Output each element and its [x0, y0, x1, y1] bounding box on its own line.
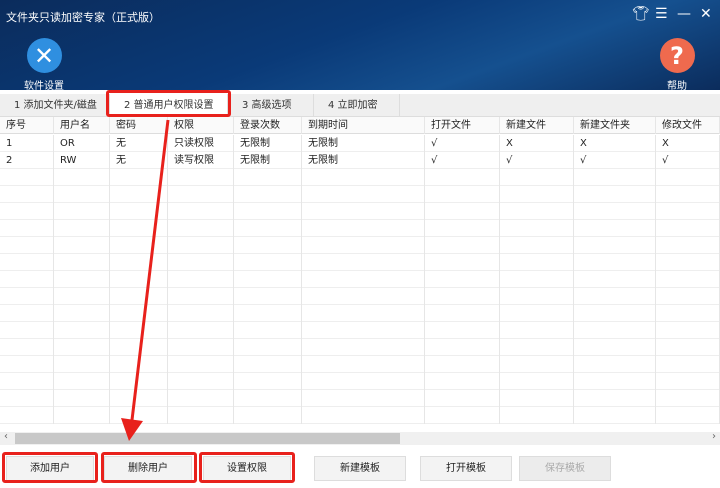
arrow-shaft: [130, 119, 170, 421]
annotation-arrow: [121, 119, 170, 441]
arrow-head: [121, 418, 143, 441]
